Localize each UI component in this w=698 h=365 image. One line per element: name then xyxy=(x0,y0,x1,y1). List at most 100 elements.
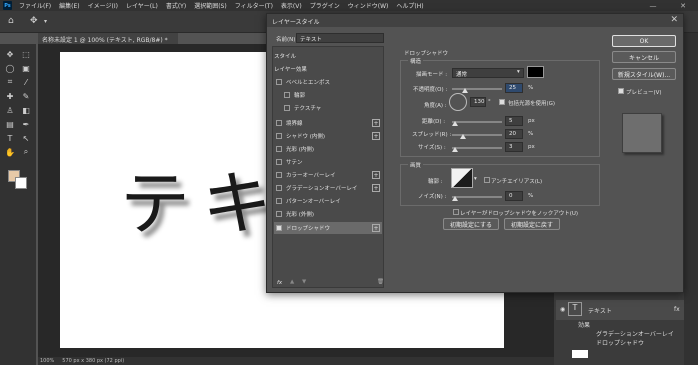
document-tab[interactable]: 名称未設定 1 @ 100% (テキスト, RGB/8#) * xyxy=(38,33,178,44)
angle-dial[interactable] xyxy=(449,93,467,111)
healing-icon[interactable]: ✚ xyxy=(4,90,16,102)
checkbox[interactable] xyxy=(284,105,290,111)
checkbox[interactable] xyxy=(276,120,282,126)
brush-icon[interactable]: ✎ xyxy=(20,90,32,102)
add-effect-icon[interactable]: + xyxy=(372,171,380,179)
contour-item[interactable]: 輪郭 xyxy=(274,89,382,101)
lasso-icon[interactable]: ◯ xyxy=(4,62,16,74)
opacity-slider[interactable] xyxy=(452,88,502,90)
close-icon[interactable]: ✕ xyxy=(670,15,678,25)
checkbox[interactable] xyxy=(276,198,282,204)
shadow-color-swatch[interactable] xyxy=(527,66,544,78)
chevron-down-icon[interactable]: ▾ xyxy=(44,18,47,25)
menu-window[interactable]: ウィンドウ(W) xyxy=(344,1,393,10)
preview-checkbox[interactable] xyxy=(618,88,624,94)
chevron-down-icon[interactable]: ▾ xyxy=(474,176,477,182)
contour-preview[interactable] xyxy=(451,168,473,188)
add-effect-icon[interactable]: + xyxy=(372,132,380,140)
reset-default-button[interactable]: 初期設定に戻す xyxy=(504,218,560,230)
crop-icon[interactable]: ⌗ xyxy=(4,76,16,88)
knockout-checkbox[interactable] xyxy=(453,209,459,215)
make-default-button[interactable]: 初期設定にする xyxy=(443,218,499,230)
type-icon[interactable]: T xyxy=(4,132,16,144)
size-knob[interactable] xyxy=(452,147,458,152)
menu-select[interactable]: 選択範囲(S) xyxy=(190,1,231,10)
new-style-button[interactable]: 新規スタイル(W)... xyxy=(612,68,676,80)
global-light-label[interactable]: 包括光源を使用(G) xyxy=(508,99,555,107)
marquee-icon[interactable]: ⬚ xyxy=(20,48,32,60)
object-select-icon[interactable]: ▣ xyxy=(20,62,32,74)
style-list-header[interactable]: スタイル xyxy=(274,50,382,62)
noise-slider[interactable] xyxy=(452,196,502,198)
color-overlay-item[interactable]: カラーオーバーレイ + xyxy=(274,169,382,181)
eraser-icon[interactable]: ◧ xyxy=(20,104,32,116)
spread-knob[interactable] xyxy=(460,134,466,139)
hand-icon[interactable]: ✋ xyxy=(4,146,16,158)
antialias-checkbox[interactable] xyxy=(484,177,490,183)
minimize-button[interactable]: — xyxy=(638,2,668,10)
spread-field[interactable]: 20 xyxy=(505,129,523,139)
drop-shadow-item[interactable]: ドロップシャドウ + xyxy=(274,222,382,234)
pattern-overlay-item[interactable]: パターンオーバーレイ xyxy=(274,195,382,207)
knockout-label[interactable]: レイヤーがドロップシャドウをノックアウト(U) xyxy=(460,209,578,217)
ok-button[interactable]: OK xyxy=(612,35,676,47)
eyedropper-icon[interactable]: ⁄ xyxy=(20,76,32,88)
distance-field[interactable]: 5 xyxy=(505,116,523,126)
menu-edit[interactable]: 編集(E) xyxy=(55,1,83,10)
name-field[interactable]: テキスト xyxy=(296,33,384,43)
menu-view[interactable]: 表示(V) xyxy=(277,1,306,10)
angle-field[interactable]: 130 xyxy=(470,97,486,107)
satin-item[interactable]: サテン xyxy=(274,156,382,168)
menu-plugins[interactable]: プラグイン xyxy=(306,1,344,10)
gradient-overlay-item[interactable]: グラデーションオーバーレイ + xyxy=(274,182,382,194)
fx-icon[interactable]: fx xyxy=(277,280,282,286)
trash-icon[interactable]: 🗑 xyxy=(377,279,384,285)
size-slider[interactable] xyxy=(452,147,502,149)
background-color-swatch[interactable] xyxy=(15,177,27,189)
cancel-button[interactable]: キャンセル xyxy=(612,51,676,63)
add-effect-icon[interactable]: + xyxy=(372,184,380,192)
move-tool-icon[interactable]: ✥ xyxy=(30,16,38,26)
noise-knob[interactable] xyxy=(452,196,458,201)
menu-help[interactable]: ヘルプ(H) xyxy=(392,1,427,10)
checkbox[interactable] xyxy=(276,172,282,178)
opacity-field[interactable]: 25 xyxy=(505,83,523,93)
checkbox[interactable] xyxy=(276,79,282,85)
global-light-checkbox[interactable] xyxy=(499,99,505,105)
outer-glow-item[interactable]: 光彩 (外側) xyxy=(274,208,382,220)
opacity-knob[interactable] xyxy=(462,88,468,93)
size-field[interactable]: 3 xyxy=(505,142,523,152)
menu-file[interactable]: ファイル(F) xyxy=(15,1,55,10)
pen-icon[interactable]: ✒ xyxy=(20,118,32,130)
checkbox[interactable] xyxy=(276,146,282,152)
stamp-icon[interactable]: ♙ xyxy=(4,104,16,116)
add-effect-icon[interactable]: + xyxy=(372,119,380,127)
menu-type[interactable]: 書式(Y) xyxy=(162,1,190,10)
noise-field[interactable]: 0 xyxy=(505,191,523,201)
blend-mode-select[interactable]: 通常 xyxy=(452,68,524,78)
antialias-label[interactable]: アンチエイリアス(L) xyxy=(491,177,542,185)
checkbox[interactable] xyxy=(276,133,282,139)
menu-layer[interactable]: レイヤー(L) xyxy=(122,1,162,10)
chevron-down-icon[interactable]: ▾ xyxy=(517,69,520,75)
move-down-icon[interactable]: ▼ xyxy=(302,279,306,285)
home-icon[interactable]: ⌂ xyxy=(8,16,14,26)
inner-glow-item[interactable]: 光彩 (内側) xyxy=(274,143,382,155)
checkbox-checked[interactable] xyxy=(276,225,282,231)
close-app-button[interactable]: ✕ xyxy=(668,2,698,10)
menu-filter[interactable]: フィルター(T) xyxy=(231,1,277,10)
zoom-icon[interactable]: ⌕ xyxy=(20,146,32,158)
distance-slider[interactable] xyxy=(452,121,502,123)
menu-image[interactable]: イメージ(I) xyxy=(84,1,122,10)
layer-effect-drop-shadow[interactable]: ドロップシャドウ xyxy=(596,338,698,349)
blending-options[interactable]: レイヤー効果 xyxy=(274,63,382,75)
add-effect-icon[interactable]: + xyxy=(372,224,380,232)
checkbox[interactable] xyxy=(284,92,290,98)
move-up-icon[interactable]: ▲ xyxy=(290,279,294,285)
checkbox[interactable] xyxy=(276,185,282,191)
gradient-icon[interactable]: ▤ xyxy=(4,118,16,130)
texture-item[interactable]: テクスチャ xyxy=(274,102,382,114)
move-icon[interactable]: ✥ xyxy=(4,48,16,60)
stroke-item[interactable]: 境界線 + xyxy=(274,117,382,129)
preview-label[interactable]: プレビュー(V) xyxy=(626,88,662,96)
